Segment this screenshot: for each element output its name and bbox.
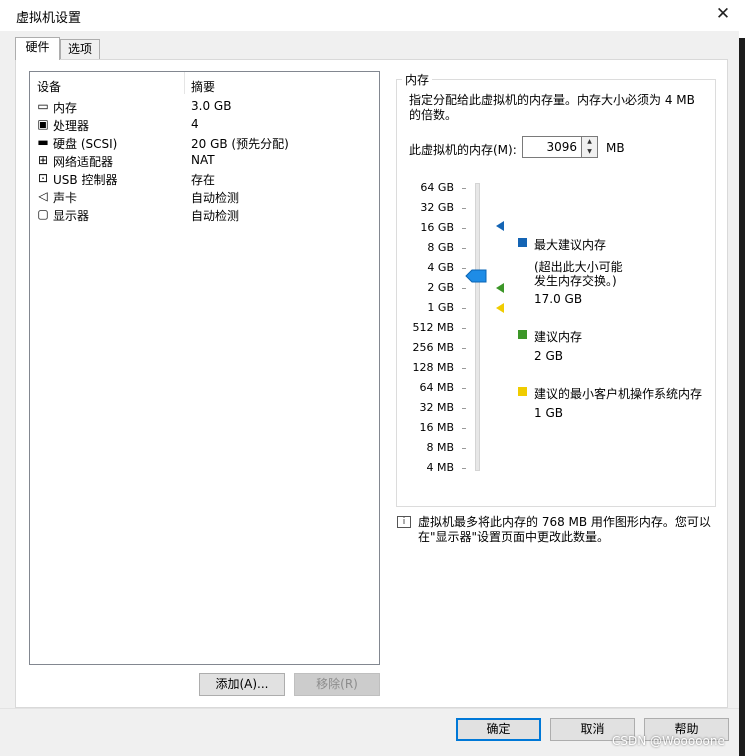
- hard-disk-icon: ▬: [37, 135, 49, 149]
- max-recommended-title: 最大建议内存: [534, 238, 607, 252]
- slider-thumb-shape[interactable]: [465, 269, 487, 283]
- display-icon: ▢: [37, 207, 49, 221]
- background-window-edge: [739, 38, 745, 756]
- slider-tick: [462, 248, 466, 249]
- minimum-title: 建议的最小客户机操作系统内存: [534, 387, 703, 401]
- slider-tick: [462, 288, 466, 289]
- tab-hardware[interactable]: 硬件: [15, 37, 60, 60]
- device-name: 硬盘 (SCSI): [53, 137, 118, 151]
- recommended-value: 2 GB: [534, 349, 563, 363]
- max-recommended-swatch: [518, 238, 527, 247]
- info-line-1: 虚拟机最多将此内存的 768 MB 用作图形内存。您可以: [418, 515, 711, 529]
- slider-tick: [462, 408, 466, 409]
- usb-controller-icon: ⊡: [37, 171, 49, 185]
- ok-button[interactable]: 确定: [456, 718, 541, 741]
- slider-tick: [462, 468, 466, 469]
- max-recommended-note-2: 发生内存交换。): [534, 274, 617, 288]
- memory-input[interactable]: 3096: [522, 136, 582, 158]
- slider-tick: [462, 448, 466, 449]
- slider-tick-label: 32 GB: [420, 201, 454, 214]
- watermark: CSDN @Wooooone: [612, 734, 725, 748]
- column-header-summary[interactable]: 摘要: [191, 78, 215, 95]
- device-name: 内存: [53, 101, 78, 115]
- device-summary: 存在: [191, 173, 216, 187]
- slider-tick: [462, 268, 466, 269]
- sound-card-icon: ◁: [38, 189, 48, 203]
- network-adapter-icon: ⊞: [37, 153, 49, 167]
- slider-tick: [462, 208, 466, 209]
- slider-tick-label: 16 GB: [420, 221, 454, 234]
- table-row[interactable]: ◁ 声卡 自动检测: [31, 187, 378, 205]
- memory-spinner: ▲ ▼: [582, 136, 598, 158]
- add-device-button[interactable]: 添加(A)...: [199, 673, 285, 696]
- window-title: 虚拟机设置: [16, 11, 82, 26]
- table-row[interactable]: ⊡ USB 控制器 存在: [31, 169, 378, 187]
- table-row[interactable]: ▬ 硬盘 (SCSI) 20 GB (预先分配): [31, 133, 378, 151]
- slider-tick-label: 4 MB: [426, 461, 454, 474]
- slider-tick-label: 2 GB: [427, 281, 454, 294]
- slider-tick-label: 128 MB: [412, 361, 454, 374]
- slider-tick-label: 8 GB: [427, 241, 454, 254]
- slider-tick-label: 4 GB: [427, 261, 454, 274]
- table-row[interactable]: ⊞ 网络适配器 NAT: [31, 151, 378, 169]
- table-row[interactable]: ▭ 内存 3.0 GB: [31, 97, 378, 115]
- footer-divider: [0, 708, 739, 709]
- slider-tick: [462, 368, 466, 369]
- memory-field-label: 此虚拟机的内存(M):: [409, 143, 517, 157]
- column-divider: [184, 72, 185, 94]
- slider-tick-label: 8 MB: [426, 441, 454, 454]
- processor-icon: ▣: [37, 117, 49, 131]
- slider-tick: [462, 228, 466, 229]
- device-summary: 20 GB (预先分配): [191, 137, 289, 151]
- info-icon: i: [397, 516, 411, 528]
- tab-options[interactable]: 选项: [60, 39, 100, 59]
- minimum-marker: [496, 303, 504, 313]
- max-recommended-marker: [496, 221, 504, 231]
- spin-up-icon[interactable]: ▲: [582, 137, 597, 147]
- device-summary: 自动检测: [191, 209, 240, 223]
- memory-description: 指定分配给此虚拟机的内存量。内存大小必须为 4 MB 的倍数。: [409, 93, 695, 122]
- minimum-value: 1 GB: [534, 406, 563, 420]
- slider-tick: [462, 428, 466, 429]
- column-header-device[interactable]: 设备: [37, 78, 61, 95]
- recommended-marker: [496, 283, 504, 293]
- slider-tick: [462, 328, 466, 329]
- device-name: 显示器: [53, 209, 90, 223]
- slider-tick-label: 16 MB: [419, 421, 454, 434]
- slider-tick: [462, 308, 466, 309]
- spin-down-icon[interactable]: ▼: [582, 147, 597, 157]
- device-summary: 自动检测: [191, 191, 240, 205]
- memory-slider-track[interactable]: [475, 183, 480, 471]
- device-summary: NAT: [191, 153, 215, 167]
- slider-tick-label: 32 MB: [419, 401, 454, 414]
- slider-tick-label: 256 MB: [412, 341, 454, 354]
- slider-tick-label: 512 MB: [412, 321, 454, 334]
- device-summary: 3.0 GB: [191, 99, 232, 113]
- slider-tick: [462, 188, 466, 189]
- slider-tick: [462, 348, 466, 349]
- memory-icon: ▭: [37, 99, 49, 113]
- device-name: USB 控制器: [53, 173, 118, 187]
- recommended-swatch: [518, 330, 527, 339]
- slider-tick-label: 64 GB: [420, 181, 454, 194]
- info-line-2: 在"显示器"设置页面中更改此数量。: [418, 530, 610, 544]
- remove-device-button[interactable]: 移除(R): [294, 673, 380, 696]
- graphics-memory-info: 虚拟机最多将此内存的 768 MB 用作图形内存。您可以 在"显示器"设置页面中…: [418, 515, 718, 545]
- slider-tick-label: 1 GB: [427, 301, 454, 314]
- device-summary: 4: [191, 117, 199, 131]
- device-name: 声卡: [53, 191, 78, 205]
- slider-tick-label: 64 MB: [419, 381, 454, 394]
- device-name: 处理器: [53, 119, 90, 133]
- title-bar: [0, 0, 745, 31]
- minimum-swatch: [518, 387, 527, 396]
- close-icon[interactable]: ✕: [713, 4, 733, 24]
- device-name: 网络适配器: [53, 155, 114, 169]
- slider-tick: [462, 388, 466, 389]
- memory-unit: MB: [606, 141, 625, 155]
- max-recommended-value: 17.0 GB: [534, 292, 583, 306]
- memory-group-title: 内存: [402, 71, 433, 88]
- table-row[interactable]: ▣ 处理器 4: [31, 115, 378, 133]
- recommended-title: 建议内存: [534, 330, 583, 344]
- table-row[interactable]: ▢ 显示器 自动检测: [31, 205, 378, 223]
